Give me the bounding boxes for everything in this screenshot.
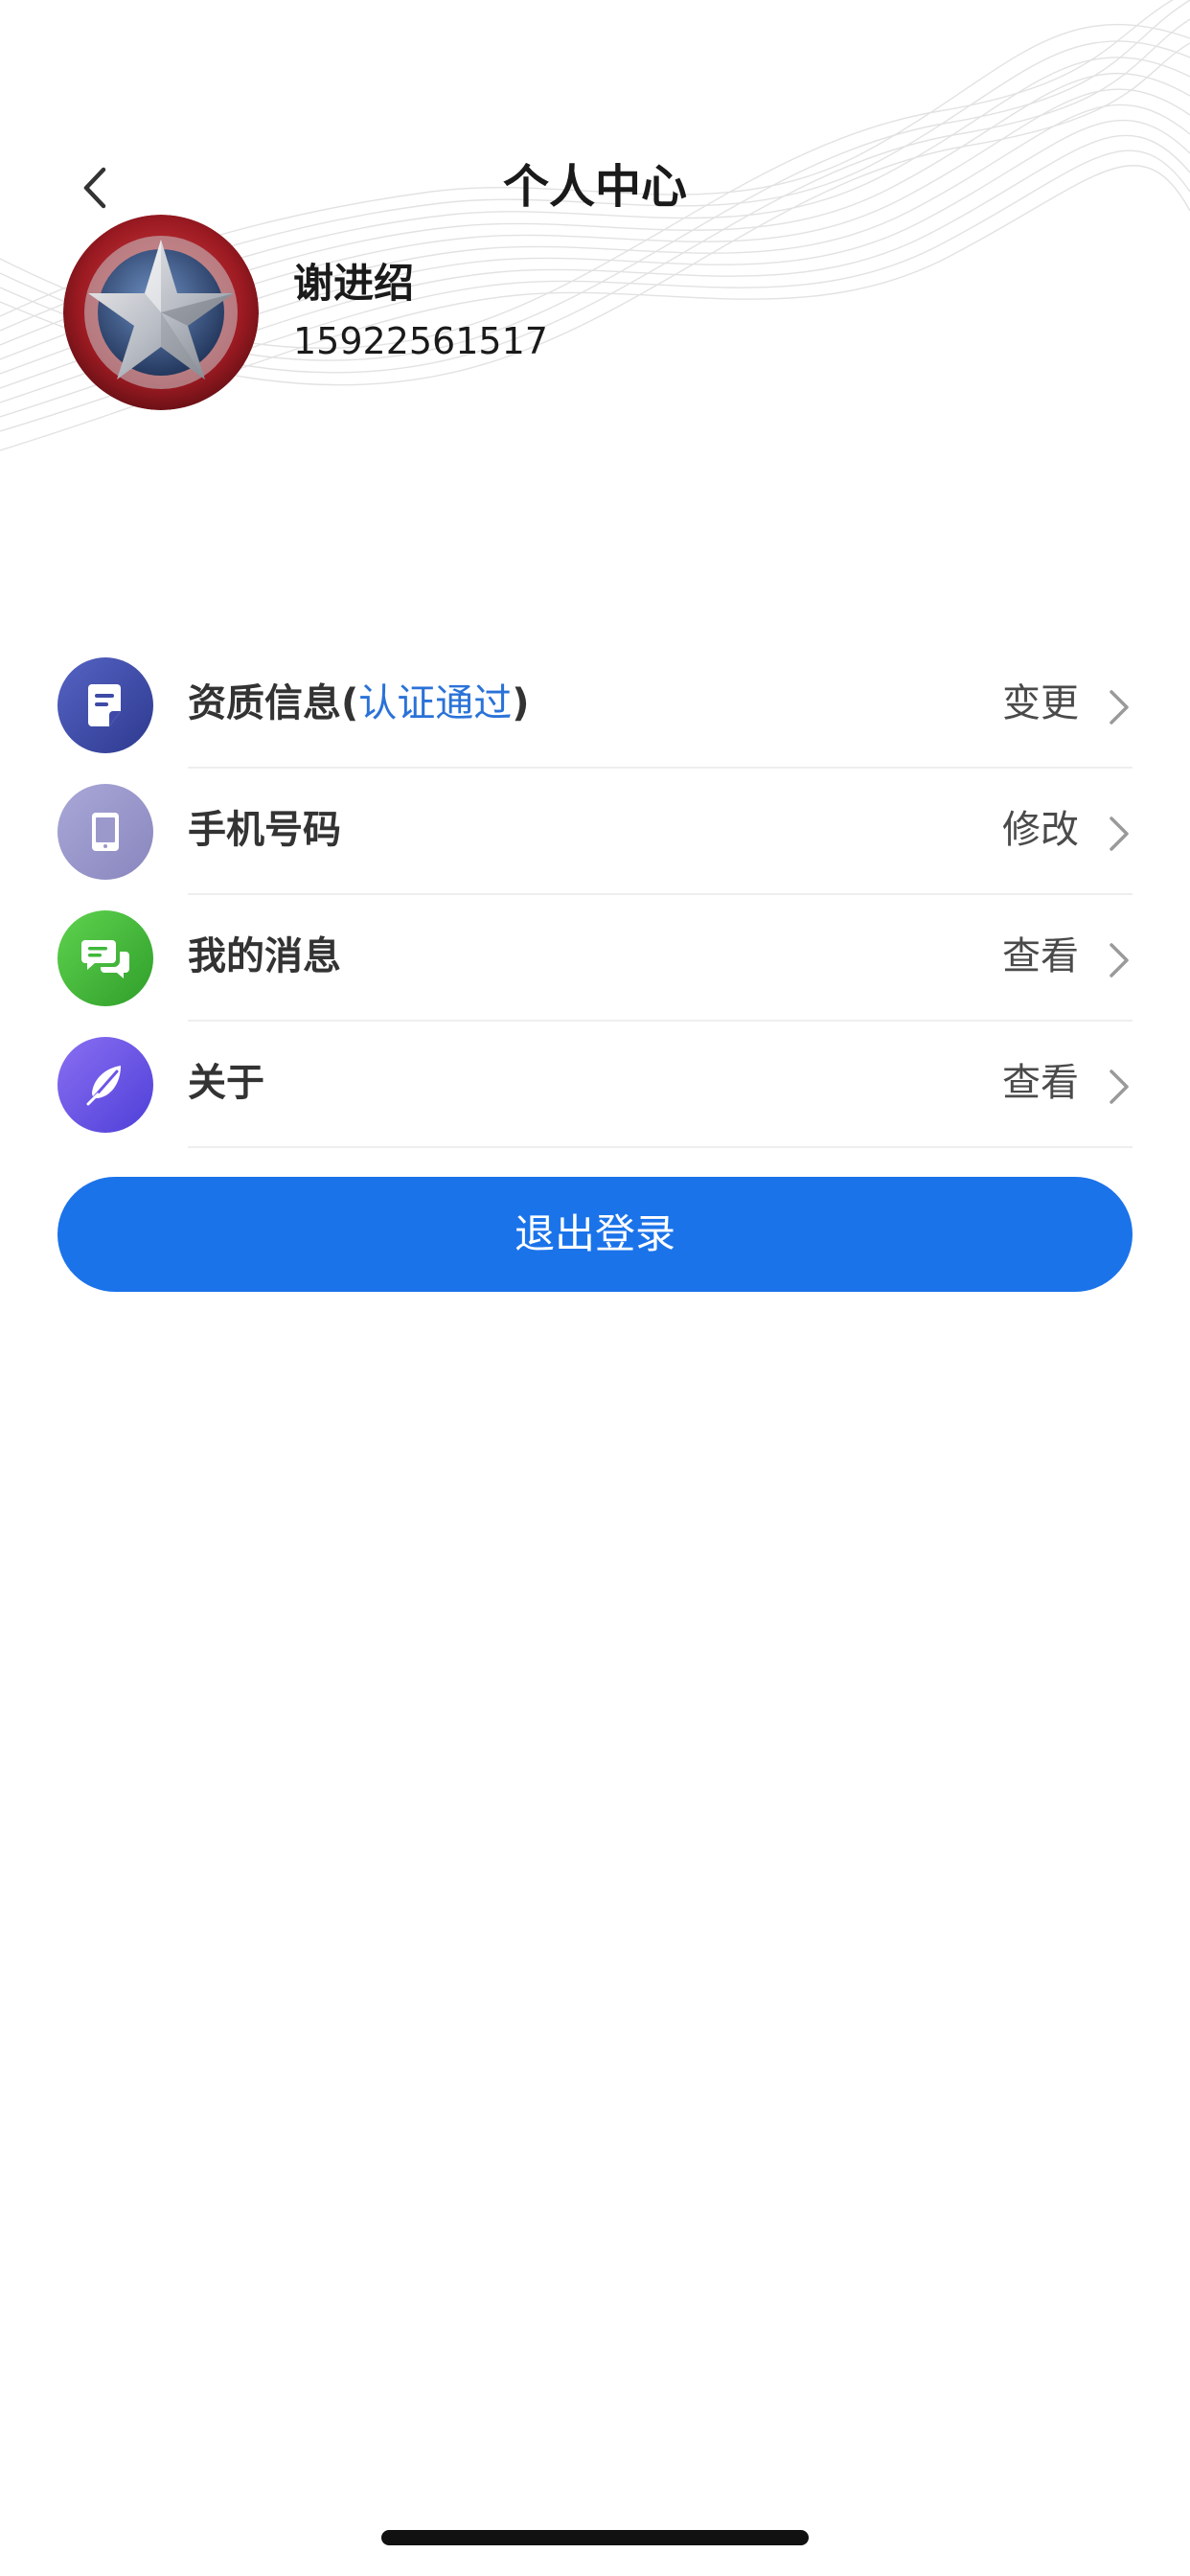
menu-item-about[interactable]: 关于 查看 — [0, 1022, 1190, 1148]
page-title: 个人中心 — [502, 160, 687, 214]
menu-item-phone[interactable]: 手机号码 修改 — [0, 769, 1190, 895]
status-paren-open: ( — [341, 681, 359, 725]
avatar[interactable] — [63, 215, 259, 410]
settings-menu: 资质信息(认证通过) 变更 手机号码 修改 我的消息 查看 关于 查看 — [0, 642, 1190, 1148]
divider — [188, 1146, 1133, 1148]
menu-label-messages: 我的消息 — [188, 934, 341, 978]
home-indicator — [381, 2530, 809, 2545]
user-phone: 15922561517 — [293, 320, 548, 362]
chevron-right-icon — [1110, 1070, 1129, 1104]
menu-label-text: 资质信息 — [188, 681, 341, 725]
modify-action[interactable]: 修改 — [1002, 801, 1079, 859]
chat-bubbles-icon — [57, 910, 153, 1006]
change-action[interactable]: 变更 — [1002, 675, 1079, 732]
logout-button[interactable]: 退出登录 — [57, 1177, 1133, 1292]
view-action[interactable]: 查看 — [1002, 928, 1079, 985]
phone-device-icon — [57, 784, 153, 880]
chevron-right-icon — [1110, 690, 1129, 724]
menu-item-qualification[interactable]: 资质信息(认证通过) 变更 — [0, 642, 1190, 769]
shield-star-avatar — [63, 215, 259, 410]
chevron-right-icon — [1110, 943, 1129, 978]
menu-label-about: 关于 — [188, 1061, 264, 1105]
view-action[interactable]: 查看 — [1002, 1054, 1079, 1112]
status-paren-close: ) — [512, 681, 530, 725]
feather-icon — [57, 1037, 153, 1133]
menu-label-phone: 手机号码 — [188, 808, 341, 852]
menu-label-qualification: 资质信息(认证通过) — [188, 675, 530, 732]
menu-item-messages[interactable]: 我的消息 查看 — [0, 895, 1190, 1022]
document-icon — [57, 657, 153, 753]
status-verified: 认证通过 — [358, 681, 513, 725]
user-name: 谢进绍 — [293, 260, 415, 307]
chevron-right-icon — [1110, 816, 1129, 851]
